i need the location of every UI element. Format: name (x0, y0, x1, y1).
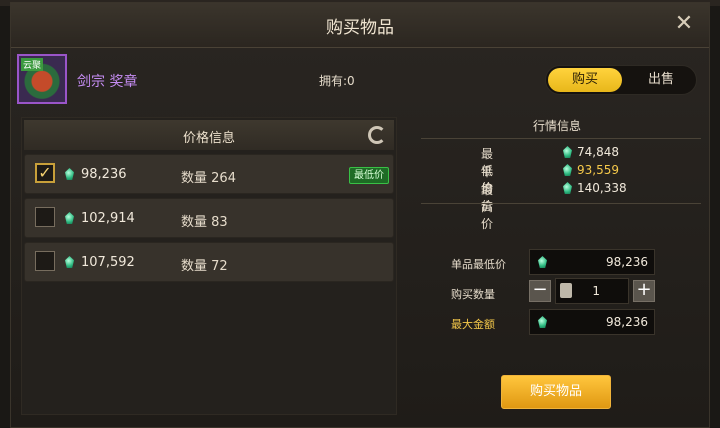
checkbox[interactable] (35, 251, 55, 271)
gem-icon (563, 146, 572, 158)
item-icon-tag: 云聚 (21, 58, 44, 71)
refresh-icon[interactable] (368, 126, 386, 144)
increase-button[interactable]: + (633, 280, 655, 302)
price-row[interactable]: 107,592 数量 72 (24, 242, 394, 282)
gem-icon (563, 182, 572, 194)
quantity-stepper[interactable]: 1 (555, 278, 629, 304)
price-row[interactable]: 102,914 数量 83 (24, 198, 394, 238)
gem-icon (538, 316, 547, 328)
market-average-value: 93,559 (577, 163, 619, 177)
lowest-price-badge: 最低价 (349, 167, 389, 184)
price-row[interactable]: ✓ 98,236 数量 264 最低价 (24, 154, 394, 194)
market-highest-value: 140,338 (577, 181, 627, 195)
price-info-header: 价格信息 (24, 120, 394, 150)
decrease-button[interactable]: − (529, 280, 551, 302)
gem-icon (65, 212, 74, 224)
row-price: 102,914 (81, 211, 135, 226)
buy-item-dialog: 购买物品 ✕ 云聚 剑宗 奖章 拥有:0 购买 出售 价格信息 ✓ 98,236… (10, 2, 710, 428)
market-highest-label: 最高价 (481, 183, 494, 231)
checkbox[interactable] (35, 207, 55, 227)
unit-price-label: 单品最低价 (451, 258, 506, 271)
market-info-title: 行情信息 (532, 119, 581, 133)
item-name: 剑宗 奖章 (77, 74, 138, 90)
calculator-icon[interactable] (560, 283, 572, 298)
max-total-label: 最大金额 (451, 318, 495, 331)
buy-item-button[interactable]: 购买物品 (501, 375, 611, 409)
gem-icon (65, 256, 74, 268)
item-icon: 云聚 (17, 54, 67, 104)
qty-value: 72 (211, 259, 228, 274)
tab-buy[interactable]: 购买 (548, 68, 622, 92)
row-quantity: 数量 264 (181, 167, 236, 186)
close-icon[interactable]: ✕ (671, 11, 697, 37)
max-total-field: 98,236 (529, 309, 655, 335)
gem-icon (65, 168, 74, 180)
max-total-value: 98,236 (606, 315, 648, 329)
market-divider-top (421, 138, 701, 139)
row-quantity: 数量 83 (181, 211, 228, 230)
market-lowest-value: 74,848 (577, 145, 619, 159)
price-info-panel: 价格信息 ✓ 98,236 数量 264 最低价 102,914 数量 83 1… (21, 117, 397, 415)
unit-price-field: 98,236 (529, 249, 655, 275)
row-price: 98,236 (81, 167, 127, 182)
row-quantity: 数量 72 (181, 255, 228, 274)
gem-icon (538, 256, 547, 268)
market-divider-bottom (421, 203, 701, 204)
unit-price-value: 98,236 (606, 255, 648, 269)
row-price: 107,592 (81, 255, 135, 270)
gem-icon (563, 164, 572, 176)
price-info-title: 价格信息 (182, 131, 235, 146)
qty-value: 83 (211, 215, 228, 230)
buy-sell-toggle: 购买 出售 (545, 65, 697, 95)
title-bar: 购买物品 ✕ (11, 3, 709, 48)
qty-label: 数量 (181, 259, 208, 274)
checkbox-checked[interactable]: ✓ (35, 163, 55, 183)
qty-value: 264 (211, 171, 236, 186)
dialog-title: 购买物品 (326, 18, 394, 38)
qty-label: 数量 (181, 171, 208, 186)
tab-sell[interactable]: 出售 (626, 68, 696, 92)
qty-label: 数量 (181, 215, 208, 230)
quantity-value: 1 (592, 284, 600, 298)
owned-count: 拥有:0 (319, 74, 355, 88)
quantity-label: 购买数量 (451, 288, 495, 301)
